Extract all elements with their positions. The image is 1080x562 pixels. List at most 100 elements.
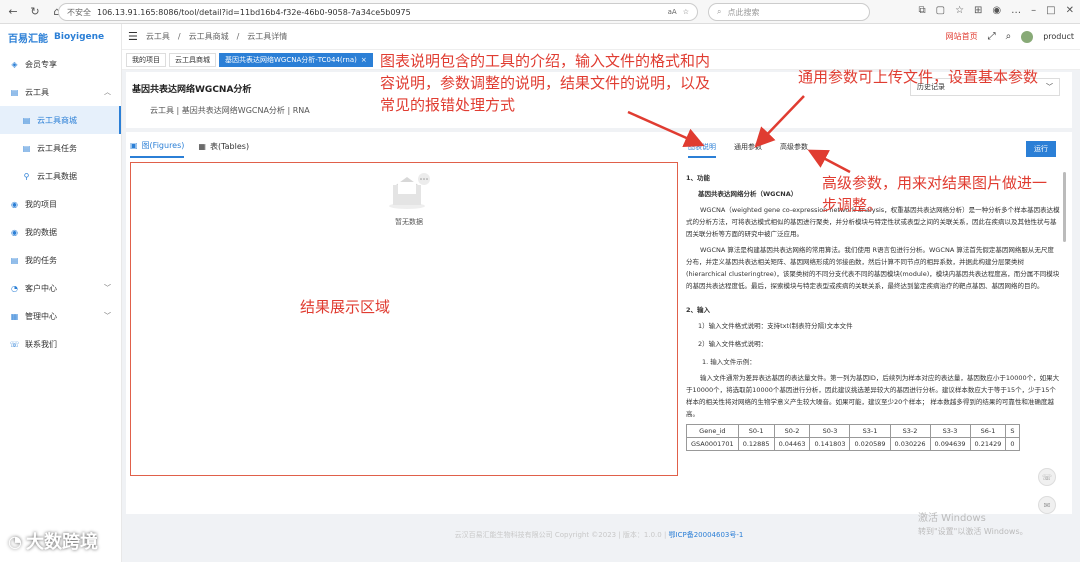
sidebar-item-task[interactable]: ▤ 云工具任务 (0, 134, 121, 162)
search-placeholder: 点此搜索 (727, 7, 760, 17)
table-cell: 0.141803 (809, 437, 851, 451)
breadcrumb-2[interactable]: 云工具商城 (189, 31, 229, 42)
search-icon[interactable]: ⌕ (1006, 31, 1012, 42)
top-navbar: ☰ 云工具 / 云工具商城 / 云工具详情 网站首页 ⤢ ⌕ product (122, 24, 1080, 50)
logo-cn: 百易汇能 (8, 33, 48, 45)
table-row: GSA0001701 0.12885 0.04463 0.141803 0.02… (686, 437, 1020, 451)
reader-icon[interactable]: aA (668, 8, 677, 16)
breadcrumb-separator: / (236, 32, 240, 41)
tab-chart-description[interactable]: 图表说明 (688, 142, 716, 158)
table-cell: 0.020589 (849, 437, 891, 451)
windows-activation-title: 激活 Windows (918, 513, 986, 524)
table-cell: 0.04463 (773, 437, 811, 451)
favorites-icon[interactable]: ☆ (955, 5, 964, 16)
sidebar-item-label: 云工具 (25, 87, 49, 97)
refresh-icon[interactable]: ↻ (28, 5, 42, 19)
page-subtitle: 云工具 | 基因共表达网络WGCNA分析 | RNA (150, 106, 310, 115)
sidebar-item-manage[interactable]: ▦ 管理中心 ﹀ (0, 302, 121, 330)
cloud-tool-icon: ▤ (10, 87, 19, 97)
breadcrumb-3: 云工具详情 (247, 32, 288, 41)
search-icon: ⌕ (717, 7, 722, 16)
page-title: 基因共表达网络WGCNA分析 (132, 85, 252, 95)
sidebar-item-data[interactable]: ⚲ 云工具数据 (0, 162, 121, 190)
icp-link[interactable]: 鄂ICP备20004603号-1 (669, 531, 744, 539)
sidebar-item-label: 联系我们 (25, 339, 57, 349)
chevron-up-icon: ︿ (104, 88, 111, 96)
table-header-cell: S0-1 (737, 424, 775, 438)
tab-my-project[interactable]: 我的项目 (126, 52, 166, 67)
table-header-cell: S3-1 (849, 424, 891, 438)
run-button[interactable]: 运行 (1026, 141, 1056, 157)
copyright: 云汉百易汇能生物科技有限公司 Copyright ©2023 | 版本：1.0.… (454, 531, 667, 539)
fullscreen-icon[interactable]: ⤢ (988, 31, 996, 42)
minimize-icon[interactable]: – (1031, 5, 1036, 16)
doc-scrollbar[interactable] (1063, 172, 1066, 242)
tab-wgcna[interactable]: 基因共表达网络WGCNA分析-TC044(rna) × (219, 52, 373, 67)
table-header-cell: S3-3 (929, 424, 971, 438)
sidebar-item-my-project[interactable]: ◉ 我的项目 (0, 190, 121, 218)
sidebar-item-contact[interactable]: ☏ 联系我们 (0, 330, 121, 358)
tab-tables[interactable]: ▦ 表(Tables) (198, 140, 249, 158)
tab-advanced-params[interactable]: 高级参数 (780, 142, 808, 158)
sidebar-item-member[interactable]: ◈ 会员专享 (0, 50, 121, 78)
customer-service-icon[interactable]: ☏ (1038, 468, 1056, 486)
annotation-general: 通用参数可上传文件，设置基本参数 (798, 68, 1039, 86)
avatar[interactable] (1021, 30, 1034, 43)
tab-label: 云工具商城 (175, 55, 210, 64)
sidebar-item-label: 客户中心 (25, 283, 57, 293)
address-bar[interactable]: 不安全 106.13.91.165:8086/tool/detail?id=11… (58, 3, 698, 21)
tab-figures-label: 图(Figures) (141, 141, 185, 150)
tab-label: 我的项目 (132, 55, 160, 64)
extensions-icon[interactable]: ⧉ (918, 5, 925, 16)
website-home-link[interactable]: 网站首页 (946, 31, 978, 42)
sidebar-item-label: 会员专享 (25, 59, 57, 69)
my-data-icon: ◉ (11, 227, 18, 237)
browser-toolbar: ← ↻ ⌂ 不安全 106.13.91.165:8086/tool/detail… (0, 0, 1080, 24)
collections-icon[interactable]: ⊞ (974, 5, 982, 16)
tab-store[interactable]: 云工具商城 (169, 52, 216, 67)
maximize-icon[interactable]: □ (1046, 5, 1055, 16)
tab-tables-label: 表(Tables) (209, 142, 250, 151)
sidebar-item-customer[interactable]: ◔ 客户中心 ﹀ (0, 274, 121, 302)
username[interactable]: product (1043, 32, 1074, 41)
empty-box-icon (387, 173, 431, 211)
sidebar-item-label: 管理中心 (25, 311, 57, 321)
back-icon[interactable]: ← (6, 5, 20, 19)
sidebar-item-cloud-tool[interactable]: ▤ 云工具 ︿ (0, 78, 121, 106)
close-window-icon[interactable]: ✕ (1066, 5, 1074, 16)
table-cell: GSA0001701 (686, 437, 739, 451)
split-screen-icon[interactable]: ▢ (936, 5, 945, 16)
customer-icon: ◔ (11, 283, 18, 293)
empty-text: 暂无数据 (395, 218, 423, 226)
browser-search[interactable]: ⌕ 点此搜索 (708, 3, 870, 21)
favorite-star-icon[interactable]: ☆ (683, 8, 689, 16)
description-content: 1、功能 基因共表达网络分析（WGCNA） WGCNA（weighted gen… (686, 168, 1060, 510)
table-cell: 0 (1005, 437, 1020, 451)
watermark: ◔ 大数跨境 (8, 528, 98, 554)
watermark-text: 大数跨境 (25, 532, 98, 553)
table-header-row: Gene_id S0-1 S0-2 S0-3 S3-1 S3-2 S3-3 S6… (686, 424, 1020, 438)
store-icon: ▤ (22, 115, 31, 125)
sidebar-item-store[interactable]: ▤ 云工具商城 (0, 106, 121, 134)
windows-activation-sub: 转到"设置"以激活 Windows。 (918, 527, 1028, 536)
logo[interactable]: 百易汇能 Bioyigene (0, 24, 121, 50)
breadcrumb-1[interactable]: 云工具 (146, 31, 170, 42)
close-tab-icon[interactable]: × (361, 56, 367, 64)
more-icon[interactable]: … (1011, 5, 1021, 16)
url-text[interactable]: 106.13.91.165:8086/tool/detail?id=11bd16… (97, 8, 662, 17)
sidebar-item-my-task[interactable]: ▤ 我的任务 (0, 246, 121, 274)
message-icon[interactable]: ✉ (1038, 496, 1056, 514)
data-icon: ⚲ (23, 171, 30, 181)
profile-icon[interactable]: ◉ (992, 5, 1001, 16)
menu-toggle-icon[interactable]: ☰ (128, 30, 138, 43)
tab-general-params[interactable]: 通用参数 (734, 142, 762, 158)
security-warning[interactable]: 不安全 (67, 7, 91, 18)
sidebar-item-my-data[interactable]: ◉ 我的数据 (0, 218, 121, 246)
browser-actions: ⧉ ▢ ☆ ⊞ ◉ … – □ ✕ (918, 5, 1074, 16)
result-panel: ▣ 图(Figures) ▦ 表(Tables) 暂无数据 (126, 132, 682, 514)
tab-figures[interactable]: ▣ 图(Figures) (130, 140, 185, 158)
sidebar-item-label: 我的项目 (25, 199, 57, 209)
task-icon: ▤ (22, 143, 31, 153)
table-header-cell: S6-1 (969, 424, 1007, 438)
table-header-cell: S3-2 (889, 424, 931, 438)
